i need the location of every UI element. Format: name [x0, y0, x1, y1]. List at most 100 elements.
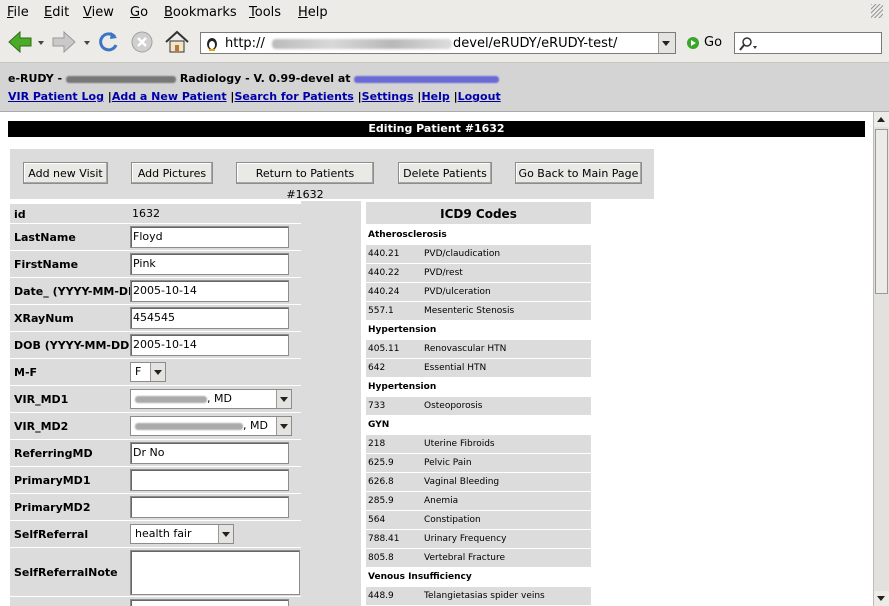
icd9-code: 788.41	[368, 534, 400, 544]
page-title: Editing Patient #1632	[8, 121, 865, 137]
nav-logout[interactable]: Logout	[458, 90, 501, 103]
scrollbar-thumb[interactable]	[875, 129, 888, 294]
icd9-category: Venous Insufficiency	[366, 568, 591, 586]
nav-settings[interactable]: Settings	[362, 90, 414, 103]
row-lastname: LastName Floyd	[10, 224, 301, 250]
menu-go-rest: o	[140, 5, 149, 20]
menu-go[interactable]: Go	[130, 5, 148, 20]
menu-file[interactable]: File	[7, 5, 29, 20]
icd9-code: 440.21	[368, 249, 400, 259]
chevron-down-icon	[218, 525, 233, 543]
row-primary-md2: PrimaryMD2	[10, 494, 301, 520]
vertical-scrollbar[interactable]	[873, 112, 889, 606]
menu-bookmarks-rest: ookmarks	[172, 5, 237, 20]
app-header: e-RUDY - Radiology - V. 0.99-devel at VI…	[0, 63, 889, 112]
reload-button[interactable]	[95, 28, 121, 56]
icd9-code: 564	[368, 515, 386, 525]
icd9-description: PVD/rest	[424, 268, 463, 278]
menu-tools[interactable]: Tools	[249, 5, 281, 20]
icd9-description: Urinary Frequency	[424, 534, 507, 544]
nav-help[interactable]: Help	[421, 90, 449, 103]
date-field[interactable]: 2005-10-14	[130, 280, 289, 302]
url-prefix: http://	[225, 36, 265, 51]
back-arrow-icon	[8, 30, 32, 54]
dob-field[interactable]: 2005-10-14	[130, 334, 289, 356]
redacted-name	[135, 395, 207, 403]
icd9-code: 218	[368, 439, 386, 449]
stop-button[interactable]	[129, 28, 155, 56]
mf-select[interactable]: F	[130, 362, 166, 382]
return-to-patient-button[interactable]: Return to Patients #1632	[236, 162, 374, 201]
md2-value: , MD	[243, 419, 268, 432]
forward-button[interactable]	[50, 28, 78, 56]
md1-select[interactable]: , MD	[130, 389, 292, 409]
add-pictures-button[interactable]: Add Pictures	[131, 162, 213, 184]
go-button[interactable]: Go	[686, 35, 722, 50]
icd9-code: 285.9	[368, 496, 394, 506]
action-button-panel: Add new Visit Add Pictures Return to Pat…	[10, 149, 654, 201]
delete-patient-button[interactable]: Delete Patients	[398, 162, 492, 184]
scroll-down-arrow-icon[interactable]	[874, 591, 889, 606]
menu-bookmarks[interactable]: Bookmarks	[164, 5, 237, 20]
next-field[interactable]	[130, 599, 289, 606]
icd9-code-row: 218 Uterine Fibroids	[366, 435, 591, 453]
stop-icon	[131, 31, 153, 53]
icd9-category: Hypertension	[366, 321, 591, 339]
icd9-category-label: Atherosclerosis	[368, 230, 447, 240]
icd9-code: 805.8	[368, 553, 394, 563]
forward-dropdown-icon[interactable]	[84, 41, 90, 45]
main-page-button[interactable]: Go Back to Main Page	[515, 162, 642, 184]
form-spacer	[301, 201, 361, 606]
icd9-category: Hypertension	[366, 378, 591, 396]
back-dropdown-icon[interactable]	[38, 41, 44, 45]
firstname-field[interactable]: Pink	[130, 253, 289, 275]
back-button[interactable]	[6, 28, 34, 56]
address-bar[interactable]: http:// devel/eRUDY/eRUDY-test/	[200, 32, 676, 54]
reload-icon	[99, 32, 118, 52]
dob-label: DOB (YYYY-MM-DD)	[14, 339, 135, 352]
referring-md-field[interactable]: Dr No	[130, 442, 289, 464]
icd9-code-row: 285.9 Anemia	[366, 492, 591, 510]
primary-md1-field[interactable]	[130, 469, 289, 491]
row-id: id 1632	[10, 204, 301, 223]
url-dropdown-button[interactable]	[658, 33, 675, 53]
xray-field[interactable]: 454545	[130, 307, 289, 329]
mf-label: M-F	[14, 366, 38, 379]
icd9-description: Uterine Fibroids	[424, 439, 495, 449]
icd9-code-row: 805.8 Vertebral Fracture	[366, 549, 591, 567]
icd9-code-row: 733 Osteoporosis	[366, 397, 591, 415]
navigation-toolbar: http:// devel/eRUDY/eRUDY-test/ Go	[0, 24, 889, 63]
menu-view[interactable]: View	[83, 5, 114, 20]
md2-select[interactable]: , MD	[130, 416, 292, 436]
self-referral-note-textarea[interactable]	[130, 550, 300, 595]
redacted-host-link[interactable]	[354, 75, 500, 83]
menu-help-rest: elp	[307, 5, 328, 20]
app-title-version: Radiology - V. 0.99-devel at	[179, 72, 351, 85]
search-icon	[739, 37, 757, 51]
self-referral-select[interactable]: health fair	[130, 524, 234, 544]
icd9-category: GYN	[366, 416, 591, 434]
scroll-up-arrow-icon[interactable]	[874, 112, 889, 127]
add-visit-button[interactable]: Add new Visit	[23, 162, 108, 184]
chevron-down-icon	[276, 390, 291, 408]
home-button[interactable]	[163, 28, 191, 56]
nav-patient-log[interactable]: VIR Patient Log	[8, 90, 104, 103]
menu-help[interactable]: Help	[298, 5, 328, 20]
nav-add-patient[interactable]: Add a New Patient	[112, 90, 227, 103]
icd9-title: ICD9 Codes	[366, 202, 591, 224]
search-input[interactable]	[734, 32, 882, 54]
row-date: Date_ (YYYY-MM-DD) 2005-10-14	[10, 278, 301, 304]
icd9-description: Essential HTN	[424, 363, 487, 373]
menu-edit[interactable]: Edit	[44, 5, 69, 20]
redacted-name	[135, 422, 243, 430]
icd9-code: 557.1	[368, 306, 394, 316]
lastname-field[interactable]: Floyd	[130, 226, 289, 248]
primary-md2-field[interactable]	[130, 496, 289, 518]
url-path: devel/eRUDY/eRUDY-test/	[453, 36, 618, 51]
icd9-code: 448.9	[368, 591, 394, 601]
nav-search-patients[interactable]: Search for Patients	[234, 90, 353, 103]
id-value: 1632	[132, 207, 160, 220]
row-self-referral-note: SelfReferralNote	[10, 548, 301, 596]
row-self-referral: SelfReferral health fair	[10, 521, 301, 547]
icd9-code: 733	[368, 401, 386, 411]
